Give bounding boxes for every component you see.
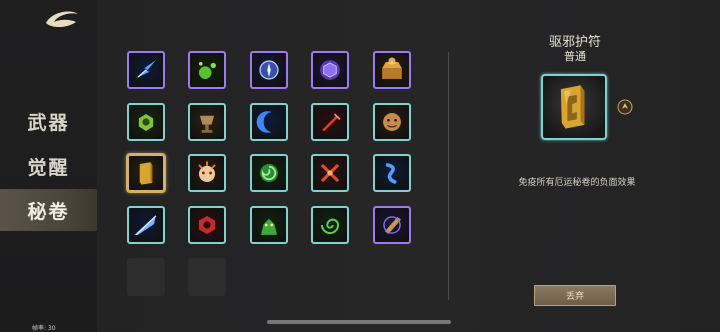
brown-scroll-face-icon [383,113,401,131]
purple-rune-scroll-icon [383,216,401,234]
scroll-item-slot[interactable] [127,206,165,244]
nav-item-secret-scroll-label: 秘卷 [27,200,70,223]
blue-feather-blade-icon [134,215,157,236]
scroll-item-slot[interactable] [127,103,165,141]
scroll-item-slot[interactable] [311,206,349,244]
blue-lightning-bolt-icon [136,60,156,79]
scroll-item-slot[interactable] [373,103,411,141]
green-swirl-orb-icon [260,164,278,182]
green-spiral-gem-icon [138,113,154,131]
nav-item-weapon[interactable]: 武器 [0,100,97,142]
panel-divider [448,52,449,300]
round-emblem-icon[interactable] [617,99,633,115]
green-vortex-icon [320,218,340,234]
detail-quality: 普通 [564,50,586,63]
empty-slot[interactable] [188,258,226,296]
horizontal-scrollbar[interactable] [267,320,451,324]
scroll-item-slot[interactable] [127,154,165,192]
scroll-item-slot[interactable] [188,206,226,244]
nav-item-weapon-label: 武器 [27,111,70,134]
scroll-item-slot[interactable] [188,51,226,89]
discard-button[interactable]: 丢弃 [534,285,616,306]
scroll-item-slot[interactable] [373,206,411,244]
detail-item-icon [541,74,607,140]
scroll-item-slot[interactable] [188,103,226,141]
scroll-item-slot[interactable] [250,206,288,244]
nav-item-awaken-label: 觉醒 [27,156,70,179]
discard-button-label: 丢弃 [565,292,584,302]
empty-slot[interactable] [127,258,165,296]
golden-treasure-chest-icon [382,57,402,79]
red-crossed-blades-icon [320,163,340,183]
scroll-item-slot[interactable] [311,103,349,141]
red-flaming-sword-icon [321,113,341,131]
purple-hexagon-gem-icon [320,60,340,80]
green-clawed-beast-icon [260,218,278,235]
scroll-item-slot[interactable] [250,103,288,141]
blue-wind-gust-icon [385,163,397,184]
scroll-item-slot[interactable] [250,51,288,89]
nav-item-secret-scroll[interactable]: 秘卷 [0,189,97,231]
scroll-item-slot[interactable] [311,51,349,89]
scroll-item-slot[interactable] [373,154,411,192]
scroll-item-slot[interactable] [127,51,165,89]
scroll-item-slot[interactable] [373,51,411,89]
sidebar: 武器 觉醒 秘卷 帧率: 30 [0,0,97,332]
blue-crescent-moon-icon [256,111,272,133]
exploding-creature-icon [198,161,216,182]
bronze-chalice-icon [199,115,215,133]
golden-talisman-icon [560,85,585,129]
detail-description: 免疫所有厄运秘卷的负面效果 [518,178,636,188]
crescent-logo-icon [46,11,78,28]
scroll-item-slot[interactable] [311,154,349,192]
red-ring-sigil-icon [198,216,216,234]
fps-counter: 帧率: 30 [32,325,56,332]
green-poison-orbs-icon [198,61,216,79]
blue-compass-orb-icon [259,60,279,80]
scroll-inventory-panel: 驱邪护符 普通 免疫所有厄运秘卷的负面效果 丢弃 [97,0,720,332]
scroll-item-slot[interactable] [250,154,288,192]
scroll-item-slot[interactable] [188,154,226,192]
nav-item-awaken[interactable]: 觉醒 [0,145,97,187]
golden-talisman-icon [139,162,153,185]
